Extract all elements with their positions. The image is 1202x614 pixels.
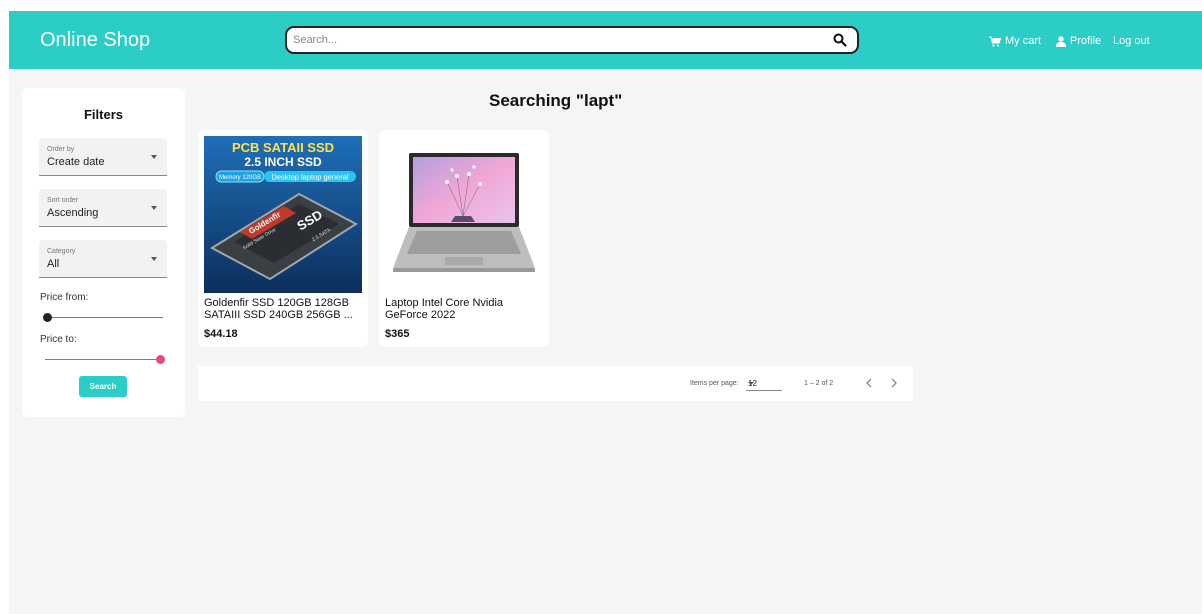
product-card[interactable]: Laptop Intel Core Nvidia GeForce 2022 $3… [379,130,549,347]
category-select[interactable]: Category All [39,240,167,278]
filters-title: Filters [83,107,123,122]
search-bar [285,26,859,54]
price-to-thumb[interactable] [156,355,165,364]
product-image-ssd[interactable]: PCB SATAII SSD 2.5 INCH SSD Memory 120GB… [204,136,362,293]
sort-order-value: Ascending [47,207,99,219]
search-heading: Searching "lapt" [489,91,623,110]
product-image-laptop[interactable] [385,136,543,293]
sort-order-select[interactable]: Sort order Ascending [39,189,167,227]
order-by-label: Order by [47,146,75,153]
paginator: Items per page: 12 1 – 2 of 2 [198,366,913,401]
items-per-page-label: Items per page: [690,380,739,387]
product-name[interactable]: Goldenfir SSD 120GB 128GB SATAIII SSD 24… [204,297,362,321]
top-bar: Online Shop My cart Profile Log out [9,11,1202,69]
product-name[interactable]: Laptop Intel Core Nvidia GeForce 2022 [385,297,543,321]
order-by-select[interactable]: Order by Create date [39,138,167,176]
image-badge: Memory 120GB [219,175,261,181]
search-button[interactable]: Search [79,376,127,397]
price-from-thumb[interactable] [43,313,52,322]
chevron-down-icon [151,206,157,210]
sort-order-label: Sort order [47,197,79,204]
filters-panel: Filters Order by Create date Sort order … [22,88,185,417]
image-text-2: 2.5 INCH SSD [244,155,322,169]
product-card[interactable]: PCB SATAII SSD 2.5 INCH SSD Memory 120GB… [198,130,368,347]
price-to-label: Price to: [40,334,77,345]
product-price: $44.18 [204,328,238,340]
profile-link[interactable]: Profile [1056,35,1101,47]
price-from-label: Price from: [40,292,89,303]
user-icon [1056,35,1066,47]
category-value: All [47,258,60,270]
logout-label: Log out [1113,35,1150,47]
price-to-slider[interactable] [45,355,165,364]
items-per-page-select[interactable]: 12 [746,377,782,391]
logout-link[interactable]: Log out [1113,35,1150,47]
cart-icon [989,36,1001,47]
category-label: Category [47,248,76,255]
search-input[interactable] [293,32,823,48]
brand-logo[interactable]: Online Shop [40,29,150,52]
previous-page-button[interactable] [862,376,876,390]
app-frame: Online Shop My cart Profile Log out F [9,11,1202,614]
next-page-button[interactable] [887,376,901,390]
page-range: 1 – 2 of 2 [804,380,834,387]
order-by-value: Create date [47,156,105,168]
chevron-down-icon [748,382,754,385]
search-icon[interactable] [833,33,847,47]
chevron-down-icon [151,155,157,159]
chevron-down-icon [151,257,157,261]
product-price: $365 [385,328,410,340]
profile-label: Profile [1070,35,1102,47]
my-cart-label: My cart [1005,35,1042,47]
price-from-slider[interactable] [43,313,163,322]
image-text-1: PCB SATAII SSD [232,140,334,155]
image-caption: Desktop laptop general [271,173,348,182]
my-cart-link[interactable]: My cart [989,35,1041,47]
